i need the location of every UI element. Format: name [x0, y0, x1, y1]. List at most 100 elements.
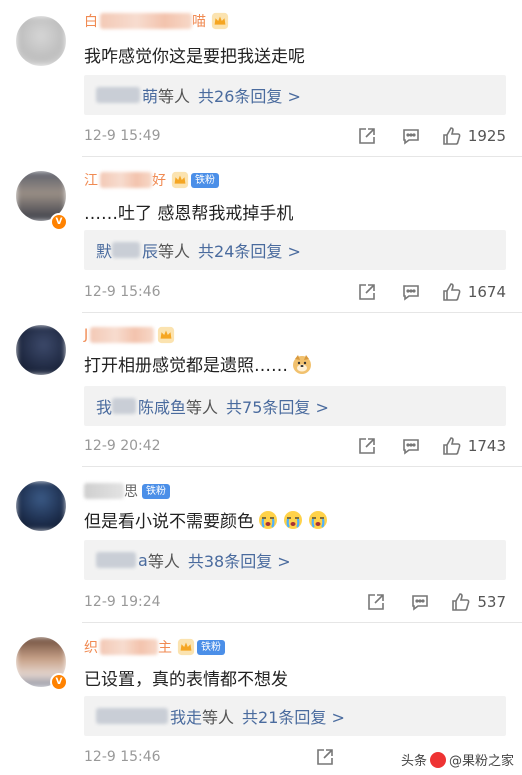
username-tail: 思 [124, 484, 138, 500]
watermark-brand: @果粉之家 [448, 754, 514, 769]
fan-badge: 铁粉 [197, 639, 225, 655]
comment-meta: 12-9 19:24 537 [84, 590, 506, 614]
reply-count-link[interactable]: 共75条回复 > [226, 394, 329, 418]
fan-badge: 铁粉 [142, 483, 170, 499]
thumbs-up-icon [443, 437, 461, 455]
comment-text-body: 但是看小说不需要颜色 [84, 512, 254, 532]
share-icon[interactable] [314, 746, 336, 768]
username-head: 织 [84, 640, 98, 656]
username-tail: 喵 [192, 14, 206, 30]
comment-text: ……吐了 感恩帮我戒掉手机 [84, 204, 294, 224]
username[interactable]: 思 铁粉 [84, 480, 170, 502]
username-blurred [100, 639, 158, 655]
comment-text-body: 打开相册感觉都是遗照…… [84, 356, 288, 376]
reply-suffix: 等人 [147, 552, 180, 571]
replies-preview[interactable]: 我 陈咸鱼 等人 共75条回复 > [84, 386, 506, 426]
reply-count-link[interactable]: 共24条回复 > [198, 238, 301, 262]
crown-icon [157, 326, 175, 344]
reply-count-link[interactable]: 共26条回复 > [198, 83, 301, 107]
avatar[interactable] [16, 16, 66, 66]
crown-icon [171, 171, 189, 189]
reply-suffix: 等人 [202, 708, 235, 727]
timestamp: 12-9 19:24 [84, 594, 161, 610]
timestamp: 12-9 15:46 [84, 749, 161, 765]
username-tail: 主 [158, 640, 172, 656]
share-icon[interactable] [356, 435, 378, 457]
comment-icon[interactable] [400, 125, 422, 147]
like-button[interactable]: 1674 [442, 282, 506, 302]
vip-badge-icon: V [50, 673, 68, 691]
thumbs-up-icon [443, 283, 461, 301]
watermark-logo-icon [429, 751, 446, 768]
timestamp: 12-9 15:49 [84, 128, 161, 144]
thumbs-up-icon [443, 127, 461, 145]
comment-text: 但是看小说不需要颜色 [84, 507, 329, 532]
reply-count-link[interactable]: 共38条回复 > [188, 548, 291, 572]
username[interactable]: 织 主 铁粉 [84, 636, 225, 658]
like-count: 1925 [467, 127, 506, 145]
like-button[interactable]: 1925 [442, 126, 506, 146]
comment-meta: 12-9 15:46 1674 [84, 280, 506, 304]
reply-suffix: 等人 [186, 398, 219, 417]
replies-preview[interactable]: 默 辰 等人 共24条回复 > [84, 230, 506, 270]
reply-name-blurred [96, 708, 168, 724]
username-head: 江 [84, 173, 98, 189]
share-icon[interactable] [365, 591, 387, 613]
crying-emoji-icon [282, 509, 304, 531]
reply-name-blurred [112, 242, 141, 258]
reply-name: 萌 [142, 87, 159, 106]
username-blurred [90, 327, 155, 343]
crying-emoji-icon [307, 509, 329, 531]
username-head: J [84, 327, 89, 343]
username-blurred [100, 172, 152, 188]
username-tail: 好 [152, 173, 166, 189]
reply-name: 我走 [170, 708, 203, 727]
like-count: 1674 [467, 283, 506, 301]
like-button[interactable]: 1743 [442, 436, 506, 456]
reply-name-head: 默 [96, 242, 113, 261]
reply-suffix: 等人 [158, 87, 191, 106]
username-blurred [100, 13, 192, 29]
username-head: 白 [84, 14, 98, 30]
crown-icon [177, 638, 195, 656]
divider [82, 312, 522, 313]
reply-name: a [138, 550, 148, 570]
divider [82, 622, 522, 623]
username[interactable]: J [84, 324, 175, 346]
comment-text: 我咋感觉你这是要把我送走呢 [84, 47, 305, 67]
crying-emoji-icon [257, 509, 279, 531]
doge-emoji-icon [291, 353, 313, 375]
reply-name: 陈咸鱼 [138, 398, 187, 417]
reply-name-blurred [112, 398, 137, 414]
comment-text: 已设置，真的表情都不想发 [84, 670, 288, 690]
comment-meta: 12-9 15:49 1925 [84, 124, 506, 148]
username[interactable]: 江 好 铁粉 [84, 169, 219, 191]
comment-icon[interactable] [400, 281, 422, 303]
reply-suffix: 等人 [158, 242, 191, 261]
replies-preview[interactable]: 我走 等人 共21条回复 > [84, 696, 506, 736]
like-count: 1743 [467, 437, 506, 455]
comment-icon[interactable] [400, 435, 422, 457]
reply-name-head: 我 [96, 398, 113, 417]
avatar[interactable] [16, 481, 66, 531]
comment-meta: 12-9 20:42 1743 [84, 434, 506, 458]
replies-preview[interactable]: a 等人 共38条回复 > [84, 540, 506, 580]
share-icon[interactable] [356, 125, 378, 147]
watermark: 头条 @果粉之家 [401, 750, 514, 769]
fan-badge: 铁粉 [191, 172, 219, 188]
divider [82, 466, 522, 467]
comment-text: 打开相册感觉都是遗照…… [84, 351, 313, 376]
vip-badge-icon: V [50, 213, 68, 231]
username[interactable]: 白 喵 [84, 10, 229, 32]
avatar[interactable] [16, 325, 66, 375]
reply-count-link[interactable]: 共21条回复 > [242, 704, 345, 728]
username-blurred [84, 483, 124, 499]
replies-preview[interactable]: 萌 等人 共26条回复 > [84, 75, 506, 115]
timestamp: 12-9 15:46 [84, 284, 161, 300]
like-button[interactable]: 537 [451, 592, 506, 612]
reply-name: 辰 [142, 242, 159, 261]
share-icon[interactable] [356, 281, 378, 303]
watermark-prefix: 头条 [400, 754, 427, 769]
comment-icon[interactable] [409, 591, 431, 613]
divider [82, 156, 522, 157]
